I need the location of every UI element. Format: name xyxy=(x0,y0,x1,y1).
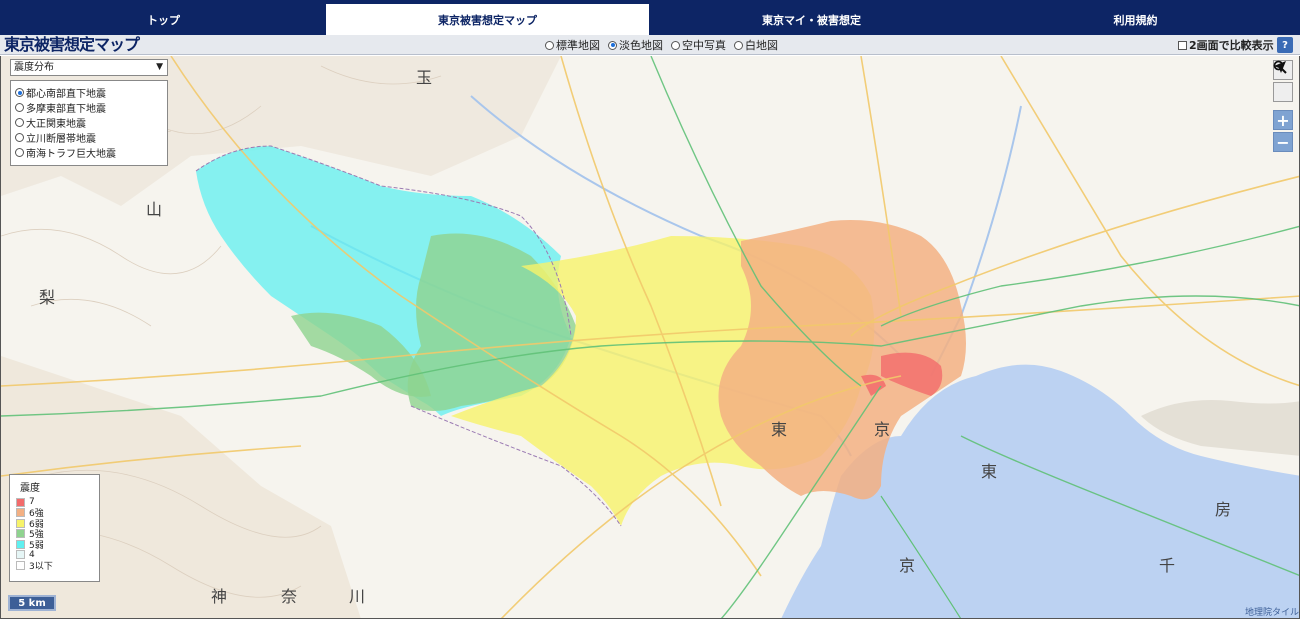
intensity-legend: 震度 7 6強 6弱 5強 5弱 4 3以下 xyxy=(9,474,100,582)
basemap-selector: 標準地図 淡色地図 空中写真 白地図 xyxy=(545,37,786,53)
sub-header: 東京被害想定マップ 標準地図 淡色地図 空中写真 白地図 2画面で比較表示 ? xyxy=(0,35,1300,55)
place-label-na: 奈 xyxy=(281,587,298,606)
legend-swatch xyxy=(16,518,25,528)
place-label-gawa: 川 xyxy=(349,587,366,606)
radio-icon xyxy=(734,40,743,50)
checkbox-icon xyxy=(1178,40,1187,50)
scenario-tama-east[interactable]: 多摩東部直下地震 xyxy=(15,100,163,115)
legend-item: 6強 xyxy=(16,508,93,519)
radio-icon xyxy=(15,133,24,142)
scenario-nankai[interactable]: 南海トラフ巨大地震 xyxy=(15,145,163,160)
basemap-blank[interactable]: 白地図 xyxy=(734,37,778,53)
map-graphic xyxy=(1,56,1299,618)
top-nav: トップ 東京被害想定マップ 東京マイ・被害想定 利用規約 xyxy=(0,0,1300,35)
legend-swatch xyxy=(16,529,25,539)
place-label-kana: 神 xyxy=(211,587,228,606)
tab-my-damage[interactable]: 東京マイ・被害想定 xyxy=(650,4,974,35)
basemap-aerial[interactable]: 空中写真 xyxy=(671,37,726,53)
scenario-tokyo-south[interactable]: 都心南部直下地震 xyxy=(15,85,163,100)
legend-swatch xyxy=(16,550,25,560)
place-label-yamanashi: 梨 xyxy=(39,288,56,307)
radio-selected-icon xyxy=(15,88,24,97)
logo-text: 東京被害想定マップ xyxy=(4,35,140,54)
tab-damage-map[interactable]: 東京被害想定マップ xyxy=(326,4,650,35)
legend-title: 震度 xyxy=(20,483,40,494)
map-canvas[interactable]: 玉 梨 東 東 京 京 千 房 神 奈 川 山 震度分布 ▼ 都心南部直下地震 … xyxy=(0,56,1300,619)
app-logo: 東京被害想定マップ xyxy=(4,35,140,55)
radio-icon xyxy=(545,40,554,50)
tab-terms[interactable]: 利用規約 xyxy=(974,4,1298,35)
place-label-tokyo-1: 東 xyxy=(771,420,788,439)
legend-swatch xyxy=(16,539,25,549)
basemap-pale[interactable]: 淡色地図 xyxy=(608,37,663,53)
compare-checkbox[interactable]: 2画面で比較表示 xyxy=(1178,37,1274,53)
legend-swatch xyxy=(16,508,25,518)
attribution-link[interactable]: 地理院タイル xyxy=(1245,605,1299,618)
radio-selected-icon xyxy=(608,40,617,50)
legend-item: 5強 xyxy=(16,529,93,540)
legend-swatch xyxy=(16,497,25,507)
scenario-tachikawa[interactable]: 立川断層帯地震 xyxy=(15,130,163,145)
radio-icon xyxy=(15,103,24,112)
basemap-standard[interactable]: 標準地図 xyxy=(545,37,600,53)
zoom-in-button[interactable]: + xyxy=(1273,110,1293,130)
legend-item: 4 xyxy=(16,550,93,561)
place-label-tokyo-bay-2: 京 xyxy=(899,556,916,575)
legend-item: 5弱 xyxy=(16,539,93,551)
legend-item: 7 xyxy=(16,497,93,508)
scenario-panel: 都心南部直下地震 多摩東部直下地震 大正関東地震 立川断層帯地震 南海トラフ巨大… xyxy=(10,80,168,166)
tab-top[interactable]: トップ xyxy=(2,4,326,35)
place-label-boso: 房 xyxy=(1215,500,1232,519)
chevron-down-icon: ▼ xyxy=(156,62,163,72)
place-label-saitama: 玉 xyxy=(416,68,433,87)
legend-swatch xyxy=(16,560,25,570)
place-label-tokyo-bay-1: 東 xyxy=(981,462,998,481)
zoom-out-button[interactable]: − xyxy=(1273,132,1293,152)
place-label-chiba: 千 xyxy=(1159,556,1176,575)
scenario-taisho-kanto[interactable]: 大正関東地震 xyxy=(15,115,163,130)
help-button[interactable]: ? xyxy=(1277,37,1293,53)
locate-arrow-icon[interactable] xyxy=(1273,61,1293,102)
legend-item: 6弱 xyxy=(16,518,93,530)
legend-item: 3以下 xyxy=(16,560,93,572)
radio-icon xyxy=(671,40,680,50)
place-label-yama: 山 xyxy=(146,200,163,219)
layer-select[interactable]: 震度分布 ▼ xyxy=(10,59,168,76)
map-controls: + − xyxy=(1273,60,1293,154)
radio-icon xyxy=(15,118,24,127)
scale-bar: 5 km xyxy=(8,595,56,611)
place-label-kyo-1: 京 xyxy=(874,420,891,439)
radio-icon xyxy=(15,148,24,157)
